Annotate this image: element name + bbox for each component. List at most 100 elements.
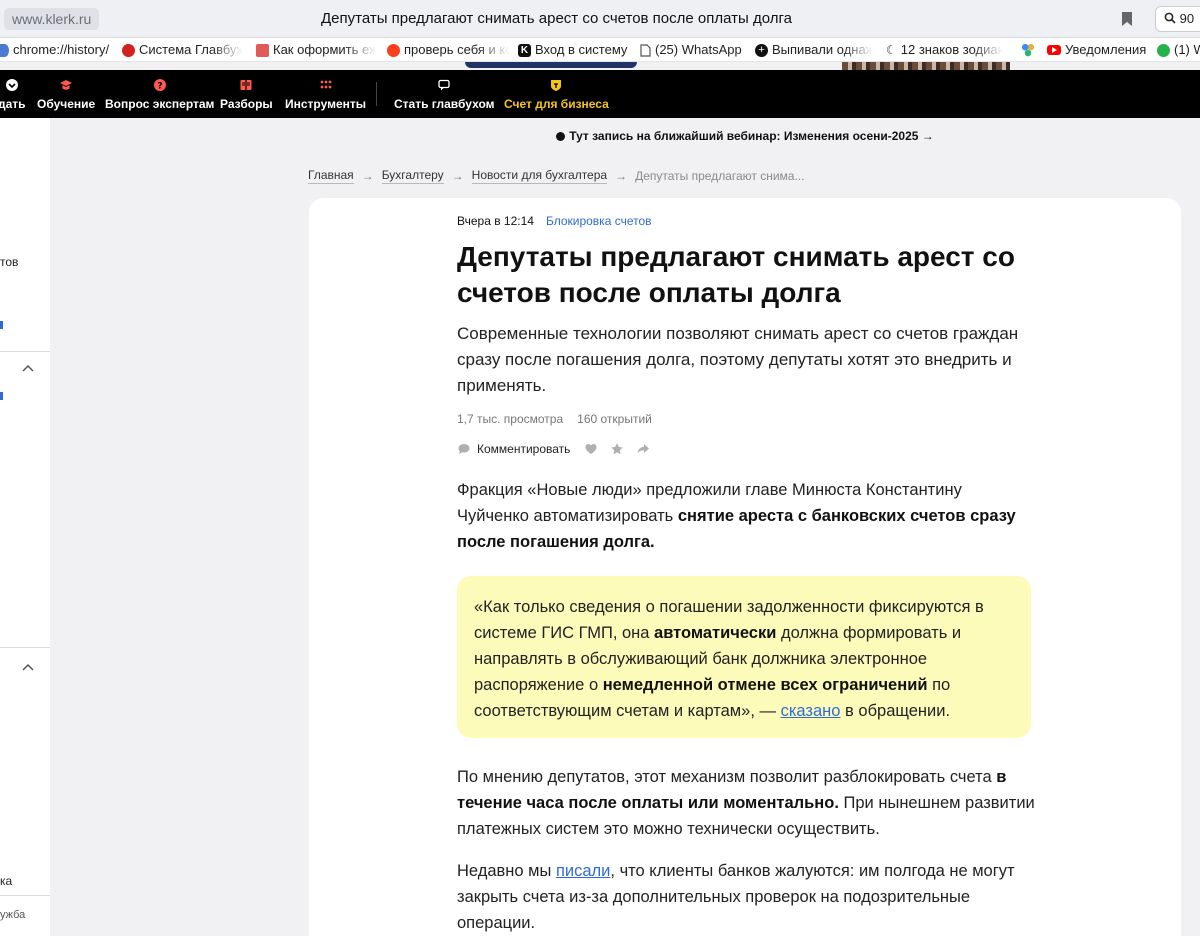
left-sidebar: тов ка ужба (0, 118, 50, 936)
bookmark-vypivali[interactable]: + Выпивали однаж (755, 38, 873, 61)
chevron-up-icon[interactable] (22, 663, 34, 671)
article-card: Вчера в 12:14 Блокировка счетов Депутаты … (309, 198, 1181, 936)
chat-icon (438, 79, 450, 91)
bookmark-label: (25) WhatsApp (655, 42, 742, 57)
nav-experts[interactable]: ? Вопрос экспертам (105, 78, 214, 112)
source-link[interactable]: сказано (781, 702, 841, 720)
share-icon[interactable] (636, 442, 650, 456)
related-article-link[interactable]: писали (556, 862, 610, 880)
address-bar[interactable]: www.klerk.ru (4, 8, 100, 30)
grid-icon (320, 80, 331, 89)
bookmark-dots[interactable] (1021, 38, 1039, 61)
zoom-icon (1164, 12, 1176, 24)
graduation-icon (60, 80, 73, 90)
k-icon: K (518, 43, 531, 57)
bookmark-whatsapp-2[interactable]: (1) W (1157, 38, 1200, 61)
glavbukh-icon (122, 43, 135, 57)
breadcrumb-news[interactable]: Новости для бухгалтера (471, 168, 608, 184)
arrow-right-icon: → (615, 169, 628, 183)
comment-button[interactable]: Комментировать (477, 442, 570, 456)
nav-create[interactable]: дать (0, 78, 26, 112)
opens-count: 160 открытий (577, 412, 652, 426)
breadcrumb-home[interactable]: Главная (308, 168, 354, 184)
article-lead: Современные технологии позволяют снимать… (457, 324, 1019, 395)
nav-reviews[interactable]: Разборы (220, 78, 273, 112)
bookmark-label: проверь себя и кс (404, 42, 509, 57)
sidebar-divider (0, 895, 50, 896)
record-dot-icon (556, 132, 566, 141)
bookmark-label: chrome://history/ (13, 42, 110, 57)
breadcrumb: Главная → Бухгалтеру → Новости для бухга… (308, 168, 804, 184)
sidebar-item-text[interactable]: ужба (0, 909, 25, 921)
publish-time: Вчера в 12:14 (457, 214, 534, 228)
sidebar-link-marker (0, 321, 3, 329)
bookmark-label: Вход в систему (535, 42, 628, 57)
zoom-button[interactable]: 90 (1155, 6, 1200, 32)
sidebar-item-text[interactable]: ка (0, 874, 12, 888)
bookmark-whatsapp[interactable]: (25) WhatsApp (640, 38, 746, 61)
article-title: Депутаты предлагают снимать арест со сче… (457, 241, 1015, 308)
sidebar-link-marker (0, 392, 3, 400)
promo-image-edge (842, 62, 1010, 70)
bookmark-zodiak[interactable]: ☾ 12 знаков зодиак (886, 38, 1010, 61)
nav-label: Стать главбухом (394, 97, 495, 111)
article-paragraph: Фракция «Новые люди» предложили главе Ми… (457, 477, 1037, 555)
nav-label: Вопрос экспертам (105, 97, 215, 111)
bookmark-oformit[interactable]: Как оформить еж (256, 38, 376, 61)
svg-text:?: ? (157, 82, 162, 92)
nav-label: Счет для бизнеса (504, 97, 609, 111)
youtube-icon (1047, 45, 1061, 55)
bookmark-glavbukh[interactable]: Система Главбух (122, 38, 245, 61)
chevron-up-icon[interactable] (22, 364, 34, 372)
nav-business-account[interactable]: Счет для бизнеса (504, 78, 609, 112)
bookmark-notifications[interactable]: Уведомления (1047, 38, 1151, 61)
nav-training[interactable]: Обучение (37, 78, 95, 112)
sidebar-divider (0, 351, 50, 352)
nav-divider (376, 82, 377, 106)
breadcrumb-accountant[interactable]: Бухгалтеру (381, 168, 444, 184)
article-actions: Комментировать (457, 440, 656, 458)
bookmark-label: Система Главбух (139, 42, 244, 57)
chrome-icon (0, 43, 9, 57)
gift-icon (256, 43, 269, 57)
article-paragraph: Недавно мы писали, что клиенты банков жа… (457, 858, 1037, 936)
browser-tab-bar: www.klerk.ru Депутаты предлагают снимать… (0, 0, 1200, 38)
yandex-icon (387, 43, 400, 57)
quote-bold: немедленной отмене всех ограничений (602, 676, 928, 694)
webinar-banner[interactable]: Тут запись на ближайший вебинар: Изменен… (0, 118, 1200, 154)
document-icon (640, 43, 651, 57)
site-navigation: дать Обучение ? Вопрос экспертам Разборы… (0, 70, 1200, 118)
bookmark-icon[interactable] (1121, 11, 1133, 27)
nav-label: Инструменты (285, 97, 367, 111)
bookmark-login[interactable]: K Вход в систему (518, 38, 630, 61)
sidebar-item-text[interactable]: тов (0, 255, 18, 269)
bookmark-label: 12 знаков зодиак (900, 42, 1004, 57)
bookmark-proverka[interactable]: проверь себя и кс (387, 38, 509, 61)
moon-icon: ☾ (886, 43, 897, 57)
whatsapp-icon (1157, 43, 1170, 57)
nav-become-chief[interactable]: Стать главбухом (394, 78, 495, 112)
article-paragraph: По мнению депутатов, этот механизм позво… (457, 764, 1037, 842)
star-icon[interactable] (610, 442, 624, 456)
webinar-text: Тут запись на ближайший вебинар: Изменен… (569, 129, 934, 143)
nav-tools[interactable]: Инструменты (285, 78, 366, 112)
arrow-right-icon: → (451, 169, 464, 183)
bookmark-label: (1) W (1174, 42, 1200, 57)
article-tag[interactable]: Блокировка счетов (546, 214, 652, 228)
arrow-right-icon: → (361, 169, 374, 183)
breadcrumb-current: Депутаты предлагают снима... (635, 169, 805, 183)
article-quote: «Как только сведения о погашении задолже… (457, 576, 1031, 738)
bookmark-label: Выпивали однаж (772, 42, 873, 57)
page-title: Депутаты предлагают снимать арест со сче… (321, 10, 792, 27)
plus-circle-icon: + (755, 43, 768, 57)
heart-icon[interactable] (584, 442, 598, 456)
dots-icon (1021, 43, 1035, 57)
bookmark-history[interactable]: chrome://history/ (0, 38, 112, 61)
question-icon: ? (153, 79, 166, 92)
quote-text: в обращении. (840, 702, 951, 720)
shield-icon (551, 80, 562, 91)
paragraph-text: По мнению депутатов, этот механизм позво… (457, 768, 997, 786)
bookmark-label: Уведомления (1065, 42, 1147, 57)
comment-icon[interactable] (457, 442, 471, 456)
nav-label: дать (0, 97, 26, 111)
